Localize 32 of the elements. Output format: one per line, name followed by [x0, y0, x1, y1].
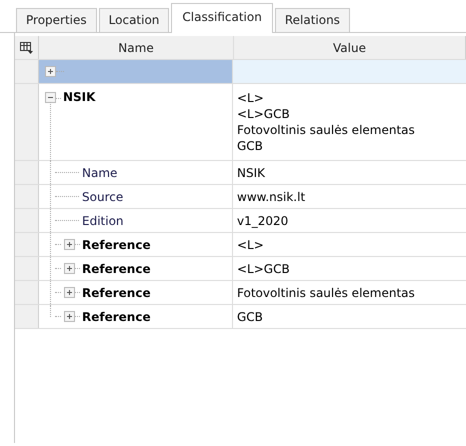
row-name: NSIK: [63, 90, 96, 104]
row-name: Edition: [82, 214, 124, 228]
value-text: <L>: [237, 90, 264, 106]
column-chooser-icon[interactable]: [20, 42, 33, 54]
tab[interactable]: Properties: [16, 8, 97, 32]
value-text: v1_2020: [237, 212, 288, 228]
value-text: GCB: [237, 308, 263, 324]
value-text: www.nsik.lt: [237, 188, 306, 204]
row-name: Source: [82, 190, 124, 204]
row-name: Reference: [82, 286, 151, 300]
tab[interactable]: Location: [98, 8, 170, 32]
expand-icon[interactable]: [64, 263, 75, 274]
collapse-icon[interactable]: [45, 92, 56, 103]
expand-icon[interactable]: [45, 66, 56, 77]
row-name: Reference: [82, 262, 151, 276]
value-text: <L>GCB: [237, 106, 290, 122]
value-text: GCB: [237, 138, 263, 154]
row-name: Name: [82, 166, 118, 180]
tab[interactable]: Classification: [171, 3, 273, 33]
column-header[interactable]: Value: [234, 36, 466, 59]
expand-icon[interactable]: [64, 311, 75, 322]
value-text: <L>: [237, 236, 264, 252]
value-text: Fotovoltinis saulės elementas: [237, 122, 415, 138]
expand-icon[interactable]: [64, 287, 75, 298]
value-text: NSIK: [237, 164, 266, 180]
expand-icon[interactable]: [64, 239, 75, 250]
value-text: Fotovoltinis saulės elementas: [237, 284, 415, 300]
column-header[interactable]: Name: [39, 36, 234, 59]
row-name: Reference: [82, 310, 151, 324]
tab[interactable]: Relations: [274, 8, 350, 32]
row-name: Reference: [82, 238, 151, 252]
value-text: <L>GCB: [237, 260, 290, 276]
